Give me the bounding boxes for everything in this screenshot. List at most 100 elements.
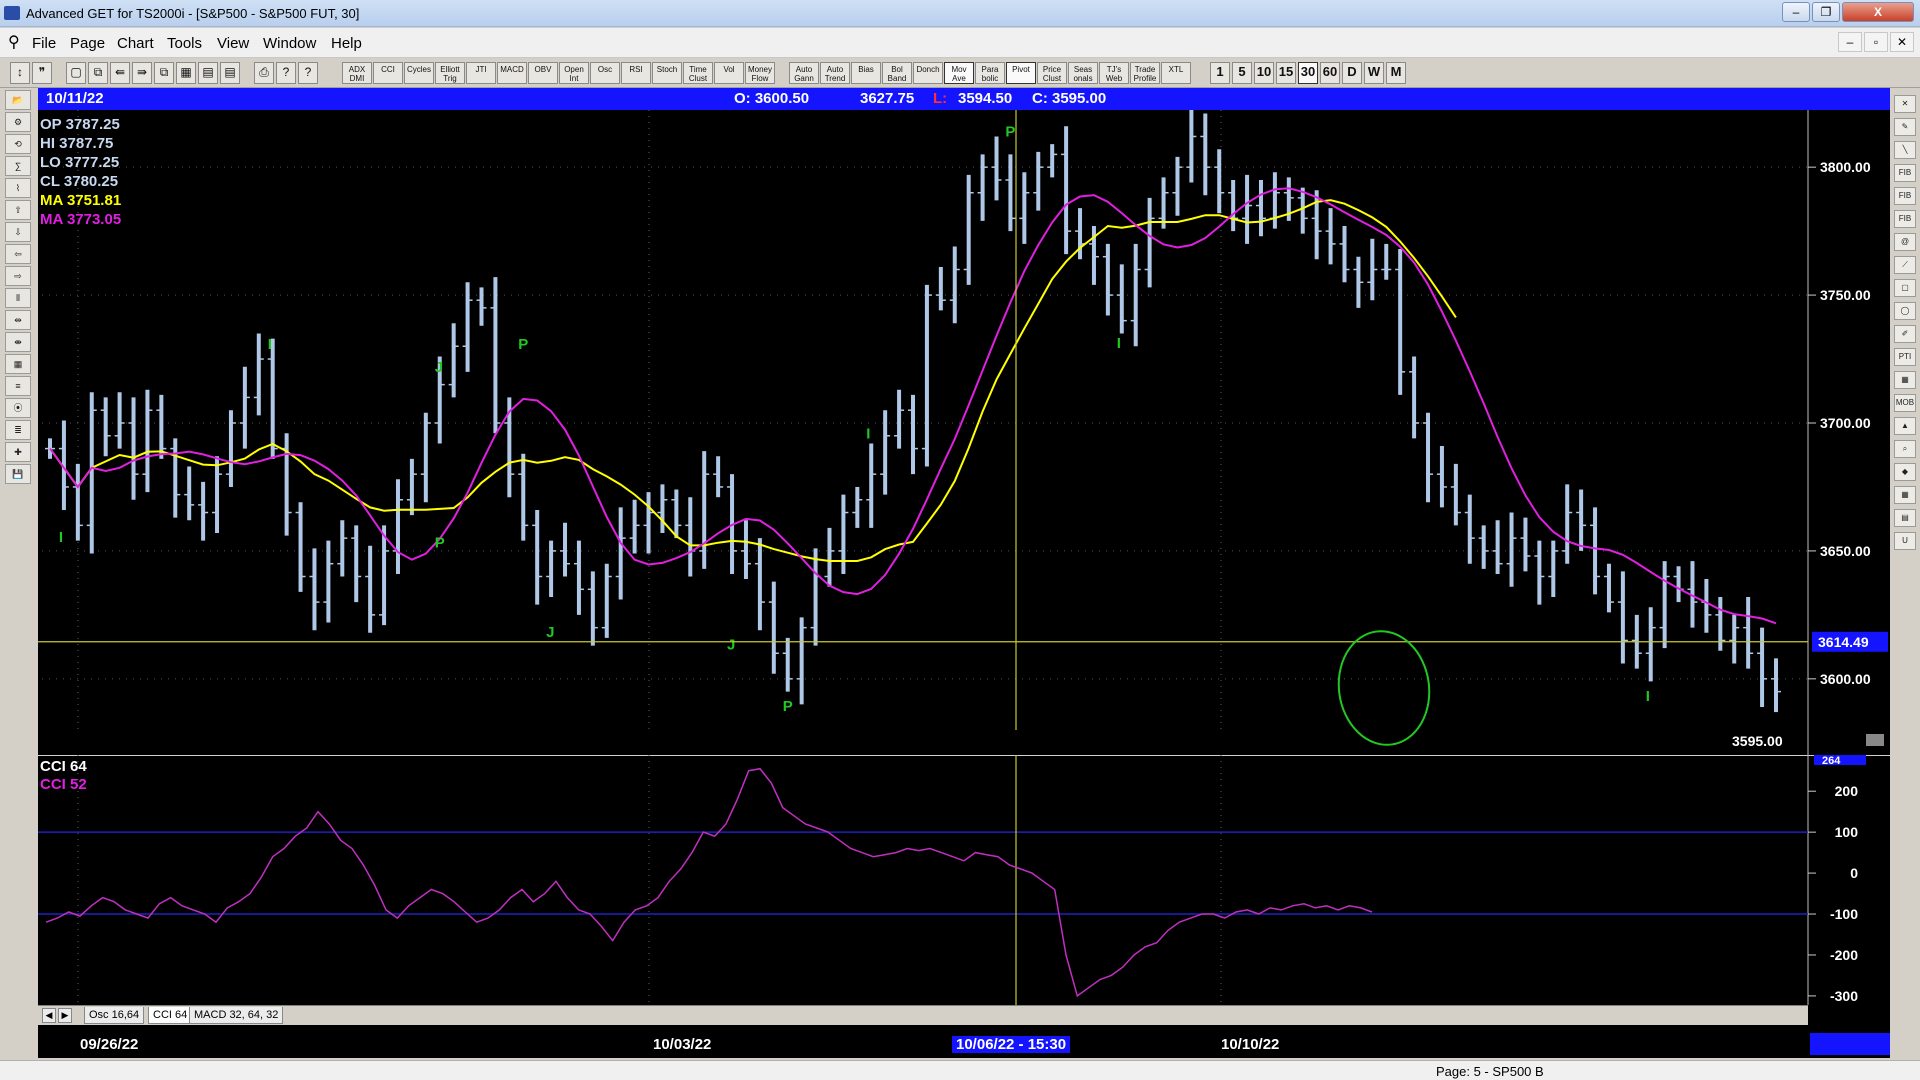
menu-window[interactable]: Window <box>263 35 316 52</box>
right-tool-zoom-icon[interactable]: ⌕ <box>1894 440 1916 458</box>
mdi-close-button[interactable]: ✕ <box>1890 32 1914 52</box>
interval-button-1[interactable]: 1 <box>1210 62 1230 84</box>
study-button-trade-profile[interactable]: Trade Profile <box>1130 62 1160 84</box>
left-tool-up-icon[interactable]: ⇧ <box>5 200 31 220</box>
right-tool-fan-icon[interactable]: ⟋ <box>1894 256 1916 274</box>
interval-button-15[interactable]: 15 <box>1276 62 1296 84</box>
right-tool-spiral-icon[interactable]: @ <box>1894 233 1916 251</box>
scale-icon[interactable] <box>1866 734 1884 746</box>
forward-icon[interactable]: ⇛ <box>132 62 152 84</box>
left-tool-left-icon[interactable]: ⇦ <box>5 244 31 264</box>
interval-button-30[interactable]: 30 <box>1298 62 1318 84</box>
study-button-time-clust[interactable]: Time Clust <box>683 62 713 84</box>
right-tool-line-icon[interactable]: ╲ <box>1894 141 1916 159</box>
interval-button-5[interactable]: 5 <box>1232 62 1252 84</box>
right-tool-magnet-icon[interactable]: U <box>1894 532 1916 550</box>
study-button-stoch[interactable]: Stoch <box>652 62 682 84</box>
restore-button[interactable]: ❐ <box>1812 2 1840 22</box>
tab-osc[interactable]: Osc 16,64 <box>84 1007 145 1024</box>
study-button-auto-gann[interactable]: Auto Gann <box>789 62 819 84</box>
study-button-para-bolic[interactable]: Para bolic <box>975 62 1005 84</box>
print-icon[interactable]: ⎙ <box>254 62 274 84</box>
right-tool-close-icon[interactable]: ✕ <box>1894 95 1916 113</box>
interval-button-w[interactable]: W <box>1364 62 1384 84</box>
study-button-cci[interactable]: CCI <box>373 62 403 84</box>
study-button-tj-s-web[interactable]: TJ's Web <box>1099 62 1129 84</box>
tab-scroll-right-button[interactable]: ▶ <box>58 1008 72 1023</box>
study-button-adx-dmi[interactable]: ADX DMI <box>342 62 372 84</box>
study-button-jti[interactable]: JTI <box>466 62 496 84</box>
price-chart[interactable]: 3800.00 3750.00 3700.00 3650.00 3600.00 I I P J P… <box>38 110 1890 755</box>
left-tool-lines-icon[interactable]: ≡ <box>5 376 31 396</box>
left-tool-gann-icon[interactable]: ⦿ <box>5 398 31 418</box>
left-tool-down-icon[interactable]: ⇩ <box>5 222 31 242</box>
right-tool-fib-time-icon[interactable]: FIB <box>1894 210 1916 228</box>
menu-tools[interactable]: Tools <box>167 35 202 52</box>
left-tool-fib-icon[interactable]: ≣ <box>5 420 31 440</box>
right-tool-calc-icon[interactable]: ▤ <box>1894 509 1916 527</box>
back-icon[interactable]: ⇚ <box>110 62 130 84</box>
interval-button-m[interactable]: M <box>1386 62 1406 84</box>
right-tool-PTI-icon[interactable]: PTI <box>1894 348 1916 366</box>
menu-chart[interactable]: Chart <box>117 35 154 52</box>
tab-macd[interactable]: MACD 32, 64, 32 <box>189 1007 284 1024</box>
right-tool-MOB-icon[interactable]: MOB <box>1894 394 1916 412</box>
close-button[interactable]: X <box>1842 2 1914 22</box>
study-button-osc[interactable]: Osc <box>590 62 620 84</box>
context-help-icon[interactable]: ? <box>298 62 318 84</box>
left-tool-compress-icon[interactable]: ⇼ <box>5 332 31 352</box>
list-icon[interactable]: ▤ <box>198 62 218 84</box>
study-button-price-clust[interactable]: Price Clust <box>1037 62 1067 84</box>
study-button-obv[interactable]: OBV <box>528 62 558 84</box>
right-tool-grid-icon[interactable]: ▦ <box>1894 371 1916 389</box>
interval-button-d[interactable]: D <box>1342 62 1362 84</box>
study-button-open-int[interactable]: Open Int <box>559 62 589 84</box>
minimize-button[interactable]: – <box>1782 2 1810 22</box>
pointer-icon[interactable]: ↕ <box>10 62 30 84</box>
quote-icon[interactable]: ❞ <box>32 62 52 84</box>
help-icon[interactable]: ? <box>276 62 296 84</box>
tab-scroll-left-button[interactable]: ◀ <box>42 1008 56 1023</box>
study-button-elliott-trig[interactable]: Elliott Trig <box>435 62 465 84</box>
copy-icon[interactable]: ⧉ <box>88 62 108 84</box>
left-tool-reset-icon[interactable]: ⟲ <box>5 134 31 154</box>
mdi-restore-button[interactable]: ▫ <box>1864 32 1888 52</box>
study-button-rsi[interactable]: RSI <box>621 62 651 84</box>
left-tool-elliott-icon[interactable]: ⌇ <box>5 178 31 198</box>
interval-button-10[interactable]: 10 <box>1254 62 1274 84</box>
left-tool-open-icon[interactable]: 📂 <box>5 90 31 110</box>
left-tool-bars-icon[interactable]: ⫴ <box>5 288 31 308</box>
cci-chart[interactable]: 200 100 0 -100 -200 -300 264 <box>38 755 1890 1005</box>
document-icon[interactable]: ⚲ <box>8 34 22 52</box>
study-button-xtl[interactable]: XTL <box>1161 62 1191 84</box>
left-tool-right-icon[interactable]: ⇨ <box>5 266 31 286</box>
interval-button-60[interactable]: 60 <box>1320 62 1340 84</box>
right-tool-fib-ret-icon[interactable]: FIB <box>1894 164 1916 182</box>
right-tool-up-icon[interactable]: ▲ <box>1894 417 1916 435</box>
mdi-minimize-button[interactable]: – <box>1838 32 1862 52</box>
right-tool-ellipse-icon[interactable]: ◯ <box>1894 302 1916 320</box>
study-button-macd[interactable]: MACD <box>497 62 527 84</box>
study-button-bias[interactable]: Bias <box>851 62 881 84</box>
tab-cci[interactable]: CCI 64 <box>148 1007 193 1024</box>
right-tool-box-icon[interactable]: ▢ <box>1894 279 1916 297</box>
study-button-bol-band[interactable]: Bol Band <box>882 62 912 84</box>
table-icon[interactable]: ▤ <box>220 62 240 84</box>
menu-page[interactable]: Page <box>70 35 105 52</box>
study-button-vol[interactable]: Vol <box>714 62 744 84</box>
right-tool-grid2-icon[interactable]: ▦ <box>1894 486 1916 504</box>
study-button-seas-onals[interactable]: Seas onals <box>1068 62 1098 84</box>
left-tool-grid-icon[interactable]: ▦ <box>5 354 31 374</box>
study-button-auto-trend[interactable]: Auto Trend <box>820 62 850 84</box>
study-button-cycles[interactable]: Cycles <box>404 62 434 84</box>
study-button-money-flow[interactable]: Money Flow <box>745 62 775 84</box>
left-tool-studies-icon[interactable]: ⚙ <box>5 112 31 132</box>
right-tool-pencil-icon[interactable]: ✎ <box>1894 118 1916 136</box>
menu-view[interactable]: View <box>217 35 249 52</box>
right-tool-fib-ext-icon[interactable]: FIB <box>1894 187 1916 205</box>
study-button-pivot[interactable]: Pivot <box>1006 62 1036 84</box>
left-tool-cross-icon[interactable]: ✚ <box>5 442 31 462</box>
left-tool-save-icon[interactable]: 💾 <box>5 464 31 484</box>
right-tool-brush-icon[interactable]: ✐ <box>1894 325 1916 343</box>
study-button-mov-ave[interactable]: Mov Ave <box>944 62 974 84</box>
